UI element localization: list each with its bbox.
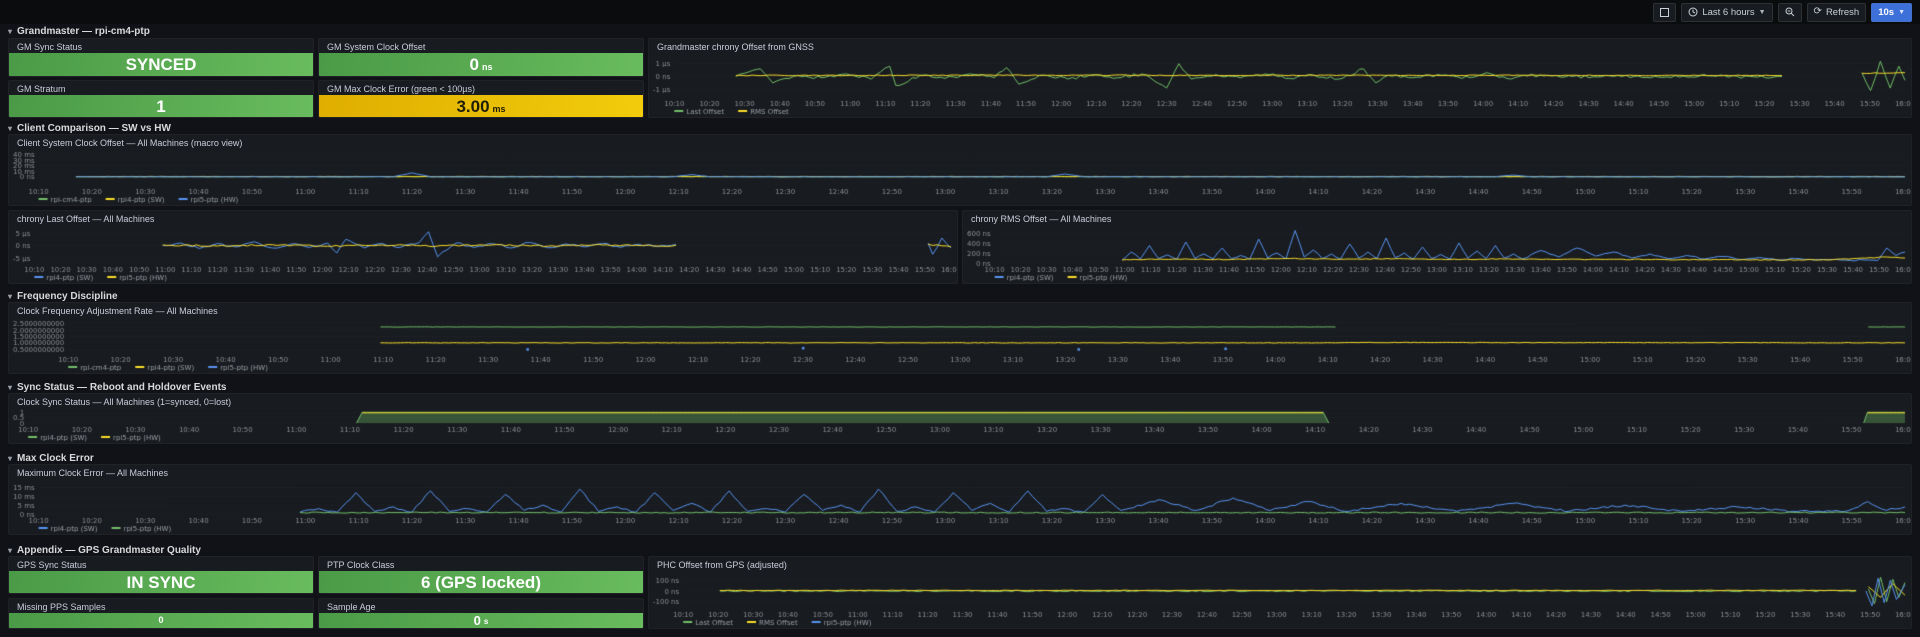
panel-title[interactable]: PTP Clock Class (319, 557, 643, 571)
panel-title[interactable]: GM System Clock Offset (319, 39, 643, 53)
stat-value: SYNCED (125, 55, 197, 74)
panel-gm-max-clock-error: GM Max Clock Error (green < 100µs) 3.00 … (318, 80, 644, 118)
row-title: Max Clock Error (17, 453, 94, 464)
time-range-picker[interactable]: Last 6 hours ▼ (1681, 2, 1773, 22)
panel-title[interactable]: GPS Sync Status (9, 557, 313, 571)
panel-title[interactable]: Missing PPS Samples (9, 599, 313, 613)
panel-clock-sync-status-chart: Clock Sync Status — All Machines (1=sync… (8, 393, 1912, 444)
row-title: Frequency Discipline (17, 291, 118, 302)
panel-title[interactable]: Grandmaster chrony Offset from GNSS (649, 39, 1911, 53)
time-series-plot (649, 571, 1911, 628)
stat-unit: s (483, 616, 489, 626)
row-title: Client Comparison — SW vs HW (17, 123, 171, 134)
panel-frequency-adjustment-chart: Clock Frequency Adjustment Rate — All Ma… (8, 302, 1912, 374)
time-series-plot (9, 149, 1911, 205)
chart-canvas[interactable] (9, 149, 1911, 205)
view-mode-button[interactable] (1653, 2, 1677, 22)
panel-title[interactable]: Maximum Clock Error — All Machines (9, 465, 1911, 479)
panel-title[interactable]: Client System Clock Offset — All Machine… (9, 135, 1911, 149)
stat-background: 0 ns (319, 53, 643, 76)
panel-ptp-clock-class: PTP Clock Class 6 (GPS locked) (318, 556, 644, 594)
chevron-down-icon: ▼ (1898, 8, 1905, 16)
dashboard-toolbar: Last 6 hours ▼ ⟳ Refresh 10s ▼ (0, 0, 1920, 24)
chart-canvas[interactable] (9, 479, 1911, 534)
chevron-down-icon: ▾ (8, 292, 13, 301)
panel-title[interactable]: chrony RMS Offset — All Machines (963, 211, 1911, 225)
stat-background: 6 (GPS locked) (319, 571, 643, 593)
stat-value: 3.00 (456, 96, 490, 116)
stat-value: 0 (158, 615, 164, 625)
row-title: Sync Status — Reboot and Holdover Events (17, 382, 227, 393)
magnifier-zoom-out-icon (1785, 7, 1794, 17)
chart-canvas[interactable] (9, 317, 1911, 373)
time-series-plot (9, 317, 1911, 373)
time-series-plot (9, 479, 1911, 534)
stat-value: 0 (473, 613, 481, 628)
refresh-label: Refresh (1825, 6, 1860, 18)
panel-chrony-rms-offset-chart: chrony RMS Offset — All Machines (962, 210, 1912, 284)
stat-background: 0 s (319, 613, 643, 628)
stat-background: 3.00 ms (319, 95, 643, 117)
chevron-down-icon: ▾ (8, 27, 13, 36)
panel-chrony-last-offset-chart: chrony Last Offset — All Machines (8, 210, 958, 284)
panel-title[interactable]: Clock Sync Status — All Machines (1=sync… (9, 394, 1911, 408)
stat-value: 6 (GPS locked) (421, 572, 541, 592)
interval-label: 10s (1878, 6, 1895, 18)
stat-background: SYNCED (9, 53, 313, 76)
chevron-down-icon: ▼ (1758, 8, 1766, 16)
panel-missing-pps-samples: Missing PPS Samples 0 (8, 598, 314, 629)
chart-canvas[interactable] (649, 571, 1911, 628)
panel-sample-age: Sample Age 0 s (318, 598, 644, 629)
chart-canvas[interactable] (9, 408, 1911, 443)
panel-title[interactable]: Sample Age (319, 599, 643, 613)
chart-canvas[interactable] (963, 225, 1911, 283)
refresh-button[interactable]: ⟳ Refresh (1806, 2, 1867, 22)
panel-gm-system-clock-offset: GM System Clock Offset 0 ns (318, 38, 644, 77)
stat-value: 1 (156, 96, 166, 116)
panel-title[interactable]: GM Stratum (9, 81, 313, 95)
refresh-interval-button[interactable]: 10s ▼ (1871, 2, 1912, 22)
chevron-down-icon: ▾ (8, 454, 13, 463)
chevron-down-icon: ▾ (8, 124, 13, 133)
time-range-label: Last 6 hours (1702, 6, 1755, 18)
chart-canvas[interactable] (9, 225, 957, 283)
grafana-dashboard: Last 6 hours ▼ ⟳ Refresh 10s ▼ ▾ Grandma… (0, 0, 1920, 637)
stat-unit: ns (481, 62, 493, 72)
panel-gps-sync-status: GPS Sync Status IN SYNC (8, 556, 314, 594)
panel-title[interactable]: GM Max Clock Error (green < 100µs) (319, 81, 643, 95)
row-header-grandmaster[interactable]: ▾ Grandmaster — rpi-cm4-ptp (8, 25, 150, 38)
row-title: Appendix — GPS Grandmaster Quality (17, 545, 201, 556)
panel-title[interactable]: GM Sync Status (9, 39, 313, 53)
panel-title[interactable]: chrony Last Offset — All Machines (9, 211, 957, 225)
zoom-out-time-button[interactable] (1777, 2, 1802, 22)
chevron-down-icon: ▾ (8, 546, 13, 555)
panel-title[interactable]: Clock Frequency Adjustment Rate — All Ma… (9, 303, 1911, 317)
panel-maximum-clock-error-chart: Maximum Clock Error — All Machines (8, 464, 1912, 535)
stat-background: 1 (9, 95, 313, 117)
stat-unit: ms (492, 103, 506, 114)
time-series-plot (9, 408, 1911, 443)
panel-view-icon (1660, 7, 1670, 17)
panel-phc-offset-chart: PHC Offset from GPS (adjusted) (648, 556, 1912, 629)
panel-title[interactable]: PHC Offset from GPS (adjusted) (649, 557, 1911, 571)
row-title: Grandmaster — rpi-cm4-ptp (17, 26, 150, 37)
refresh-icon: ⟳ (1813, 6, 1822, 17)
time-series-plot (963, 225, 1911, 283)
chevron-down-icon: ▾ (8, 383, 13, 392)
panel-gm-sync-status: GM Sync Status SYNCED (8, 38, 314, 77)
panel-gm-stratum: GM Stratum 1 (8, 80, 314, 118)
time-series-plot (9, 225, 957, 283)
stat-background: 0 (9, 613, 313, 628)
panel-gm-chrony-offset-chart: Grandmaster chrony Offset from GNSS (648, 38, 1912, 118)
stat-background: IN SYNC (9, 571, 313, 593)
stat-value: 0 (469, 55, 479, 74)
chart-canvas[interactable] (649, 53, 1911, 117)
clock-icon (1688, 7, 1698, 17)
panel-client-offset-macro-chart: Client System Clock Offset — All Machine… (8, 134, 1912, 206)
time-series-plot (649, 53, 1911, 117)
stat-value: IN SYNC (126, 572, 196, 592)
